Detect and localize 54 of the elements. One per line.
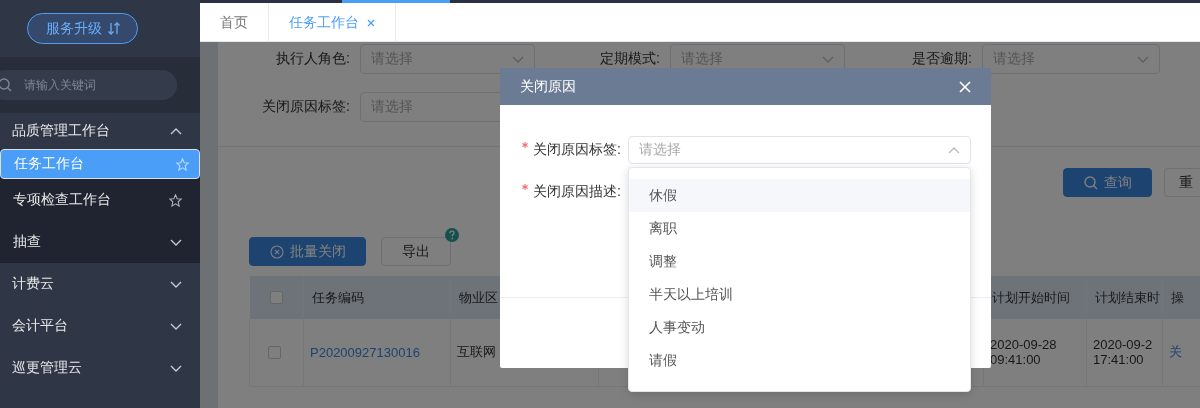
table-link[interactable]: 关 [1169, 344, 1182, 360]
chevron-down-icon [170, 238, 182, 246]
filter-label: 是否逾期: [911, 50, 972, 68]
menu-item[interactable]: 巡更管理云 [0, 347, 200, 389]
column-header: 计划结束时 [1095, 289, 1160, 305]
menu-item[interactable]: 专项检查工作台 [0, 179, 200, 221]
menu-item[interactable]: 品质管理工作台 [0, 113, 200, 149]
help-badge-icon[interactable] [445, 228, 459, 242]
chevron-down-icon [512, 55, 524, 63]
search-icon [1083, 175, 1098, 190]
reset-button[interactable]: 重 [1164, 168, 1200, 197]
field-label: 关闭原因描述: [533, 183, 621, 199]
column-header: 物业区 [459, 289, 498, 305]
chevron-down-icon [170, 364, 182, 372]
checkbox[interactable] [269, 291, 283, 304]
query-button[interactable]: 查询 [1063, 168, 1152, 197]
star-icon [169, 193, 182, 207]
table-cell: 互联网 [457, 344, 496, 360]
chevron-up-icon [948, 146, 960, 154]
menu-item[interactable]: 会计平台 [0, 305, 200, 347]
checkbox[interactable] [268, 345, 281, 359]
filter-label: 定期模式: [599, 50, 660, 68]
filter-label: 执行人角色: [275, 50, 350, 68]
select-field[interactable]: 请选择 [628, 136, 971, 164]
close-icon[interactable] [367, 18, 375, 27]
menu-item[interactable]: 任务工作台 [0, 149, 200, 179]
close-circle-icon [269, 244, 284, 259]
chevron-down-icon [170, 280, 182, 288]
star-icon [176, 157, 189, 171]
dropdown-option[interactable]: 人事变动 [629, 311, 970, 344]
column-header: 计划开始时间 [992, 289, 1070, 305]
table-cell: 2020-09-28 09:41:00 [990, 337, 1057, 368]
column-header: 操 [1171, 289, 1184, 305]
dropdown-option[interactable]: 调整 [629, 245, 970, 278]
batch-close-button[interactable]: 批量关闭 [249, 237, 366, 266]
chevron-down-icon [822, 55, 834, 63]
menu-item[interactable]: 计费云 [0, 263, 200, 305]
menu-item[interactable]: 抽查 [0, 221, 200, 263]
dropdown-option[interactable]: 休假 [629, 179, 970, 212]
filter-label: 关闭原因标签: [261, 98, 350, 116]
upgrade-button[interactable]: 服务升级 [27, 13, 138, 44]
table-link[interactable]: P20200927130016 [310, 344, 420, 360]
dropdown-option[interactable]: 半天以上培训 [629, 278, 970, 311]
search-icon [0, 78, 12, 92]
dropdown-option[interactable]: 离职 [629, 212, 970, 245]
dropdown-option[interactable]: 请假 [629, 344, 970, 377]
export-button[interactable]: 导出 [381, 237, 451, 266]
chevron-down-icon [1137, 55, 1149, 63]
chevron-down-icon [170, 322, 182, 330]
chevron-up-icon [170, 127, 182, 135]
column-header: 任务编码 [312, 289, 364, 305]
table-cell: 2020-09-2 17:41:00 [1093, 337, 1153, 368]
sort-arrows-icon [107, 22, 120, 35]
field-label: 关闭原因标签: [533, 141, 621, 157]
